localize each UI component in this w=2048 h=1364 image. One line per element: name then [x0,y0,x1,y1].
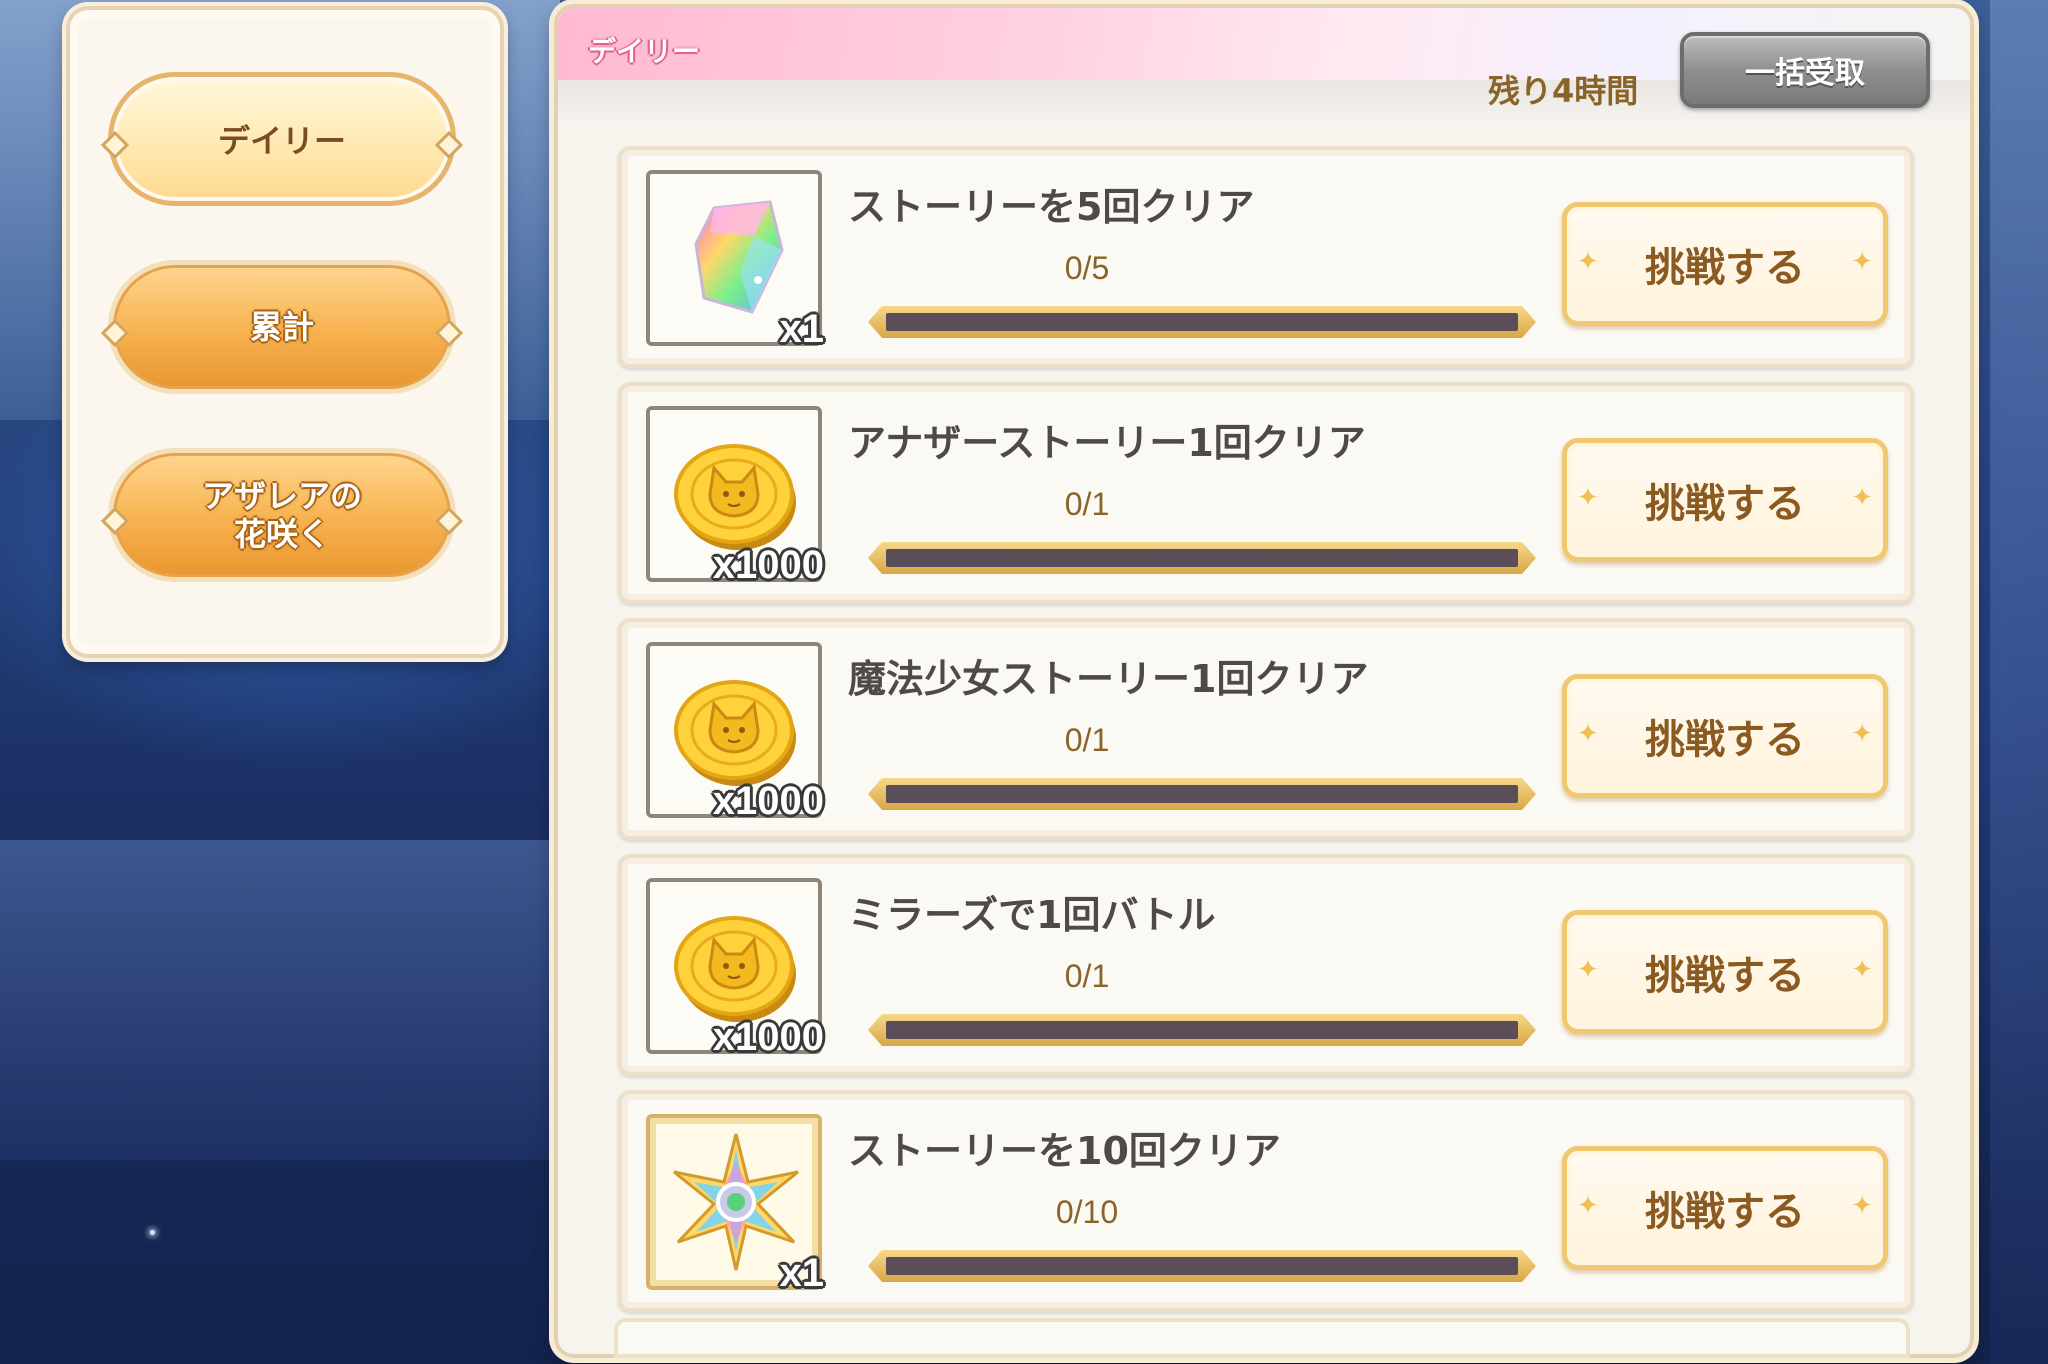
challenge-button-label: 挑戦する [1645,953,1805,999]
reward-slot[interactable]: x1000 [646,878,824,1059]
mission-title: 魔法少女ストーリー1回クリア [848,657,1369,701]
challenge-button[interactable]: 挑戦する [1562,910,1888,1034]
reward-slot[interactable]: x1 [646,170,824,351]
progress-count: 0/1 [1064,958,1110,994]
progress-bar [868,1014,1536,1046]
progress-count: 0/5 [1064,250,1110,286]
reward-slot[interactable]: x1 [646,1114,824,1295]
progress-count: 0/1 [1064,486,1110,522]
tab-azalea-event[interactable]: アザレアの 花咲く [108,448,456,582]
mission-row: x1 ストーリーを10回クリア 0/10 挑戦する [618,1090,1914,1312]
reward-quantity: x1000 [712,779,824,823]
mission-row: x1000 魔法少女ストーリー1回クリア 0/1 挑戦する [618,618,1914,840]
progress-bar [868,778,1536,810]
reward-slot[interactable]: x1000 [646,406,824,587]
reward-quantity: x1 [779,1251,825,1295]
progress-track [886,1021,1518,1039]
challenge-button-label: 挑戦する [1645,717,1805,763]
challenge-button[interactable]: 挑戦する [1562,202,1888,326]
progress-count: 0/1 [1064,722,1110,758]
tab-daily[interactable]: デイリー [108,72,456,206]
progress-track [886,549,1518,567]
progress-track [886,785,1518,803]
background-sparkle [150,1230,155,1235]
challenge-button-label: 挑戦する [1645,481,1805,527]
challenge-button[interactable]: 挑戦する [1562,438,1888,562]
progress-bar [868,542,1536,574]
challenge-button-label: 挑戦する [1645,245,1805,291]
mission-panel: デイリー 残り4時間 一括受取 x1 ストーリーを5回クリア 0/5 ✦ 挑戦す… [554,4,1974,1358]
reward-slot[interactable]: x1000 [646,642,824,823]
tab-azalea-event-label: アザレアの 花咲く [201,477,362,553]
reward-quantity: x1000 [712,1015,824,1059]
mission-row: x1 ストーリーを5回クリア 0/5 挑戦する [618,146,1914,368]
claim-all-label: 一括受取 [1745,56,1865,91]
mission-category-panel: デイリー 累計 アザレアの 花咲く [66,6,504,658]
mission-row: x1000 アナザーストーリー1回クリア 0/1 挑戦する [618,382,1914,604]
challenge-button-label: 挑戦する [1645,1189,1805,1235]
progress-bar [868,306,1536,338]
mission-title: ストーリーを5回クリア [848,185,1255,229]
tab-cumulative[interactable]: 累計 [108,260,456,394]
mission-title: ストーリーを10回クリア [848,1129,1281,1173]
mission-title: アナザーストーリー1回クリア [848,421,1366,465]
claim-all-button[interactable]: 一括受取 [1680,32,1930,108]
panel-title: デイリー [588,35,701,68]
challenge-button[interactable]: 挑戦する [1562,674,1888,798]
reward-quantity: x1000 [712,543,824,587]
panel-header: デイリー 残り4時間 一括受取 [558,8,1970,120]
challenge-button[interactable]: 挑戦する [1562,1146,1888,1270]
next-mission-row-peek [614,1318,1910,1358]
mission-row: x1000 ミラーズで1回バトル 0/1 挑戦する [618,854,1914,1076]
background-window-right [1990,0,2048,1364]
tab-daily-label: デイリー [217,122,346,160]
progress-count: 0/10 [1055,1194,1119,1230]
reward-quantity: x1 [779,307,825,351]
progress-track [886,1257,1518,1275]
mission-title: ミラーズで1回バトル [848,893,1216,937]
progress-bar [868,1250,1536,1282]
tab-cumulative-label: 累計 [249,308,314,346]
progress-track [886,313,1518,331]
time-remaining-label: 残り4時間 [1488,72,1639,110]
background-desk [0,840,560,1160]
